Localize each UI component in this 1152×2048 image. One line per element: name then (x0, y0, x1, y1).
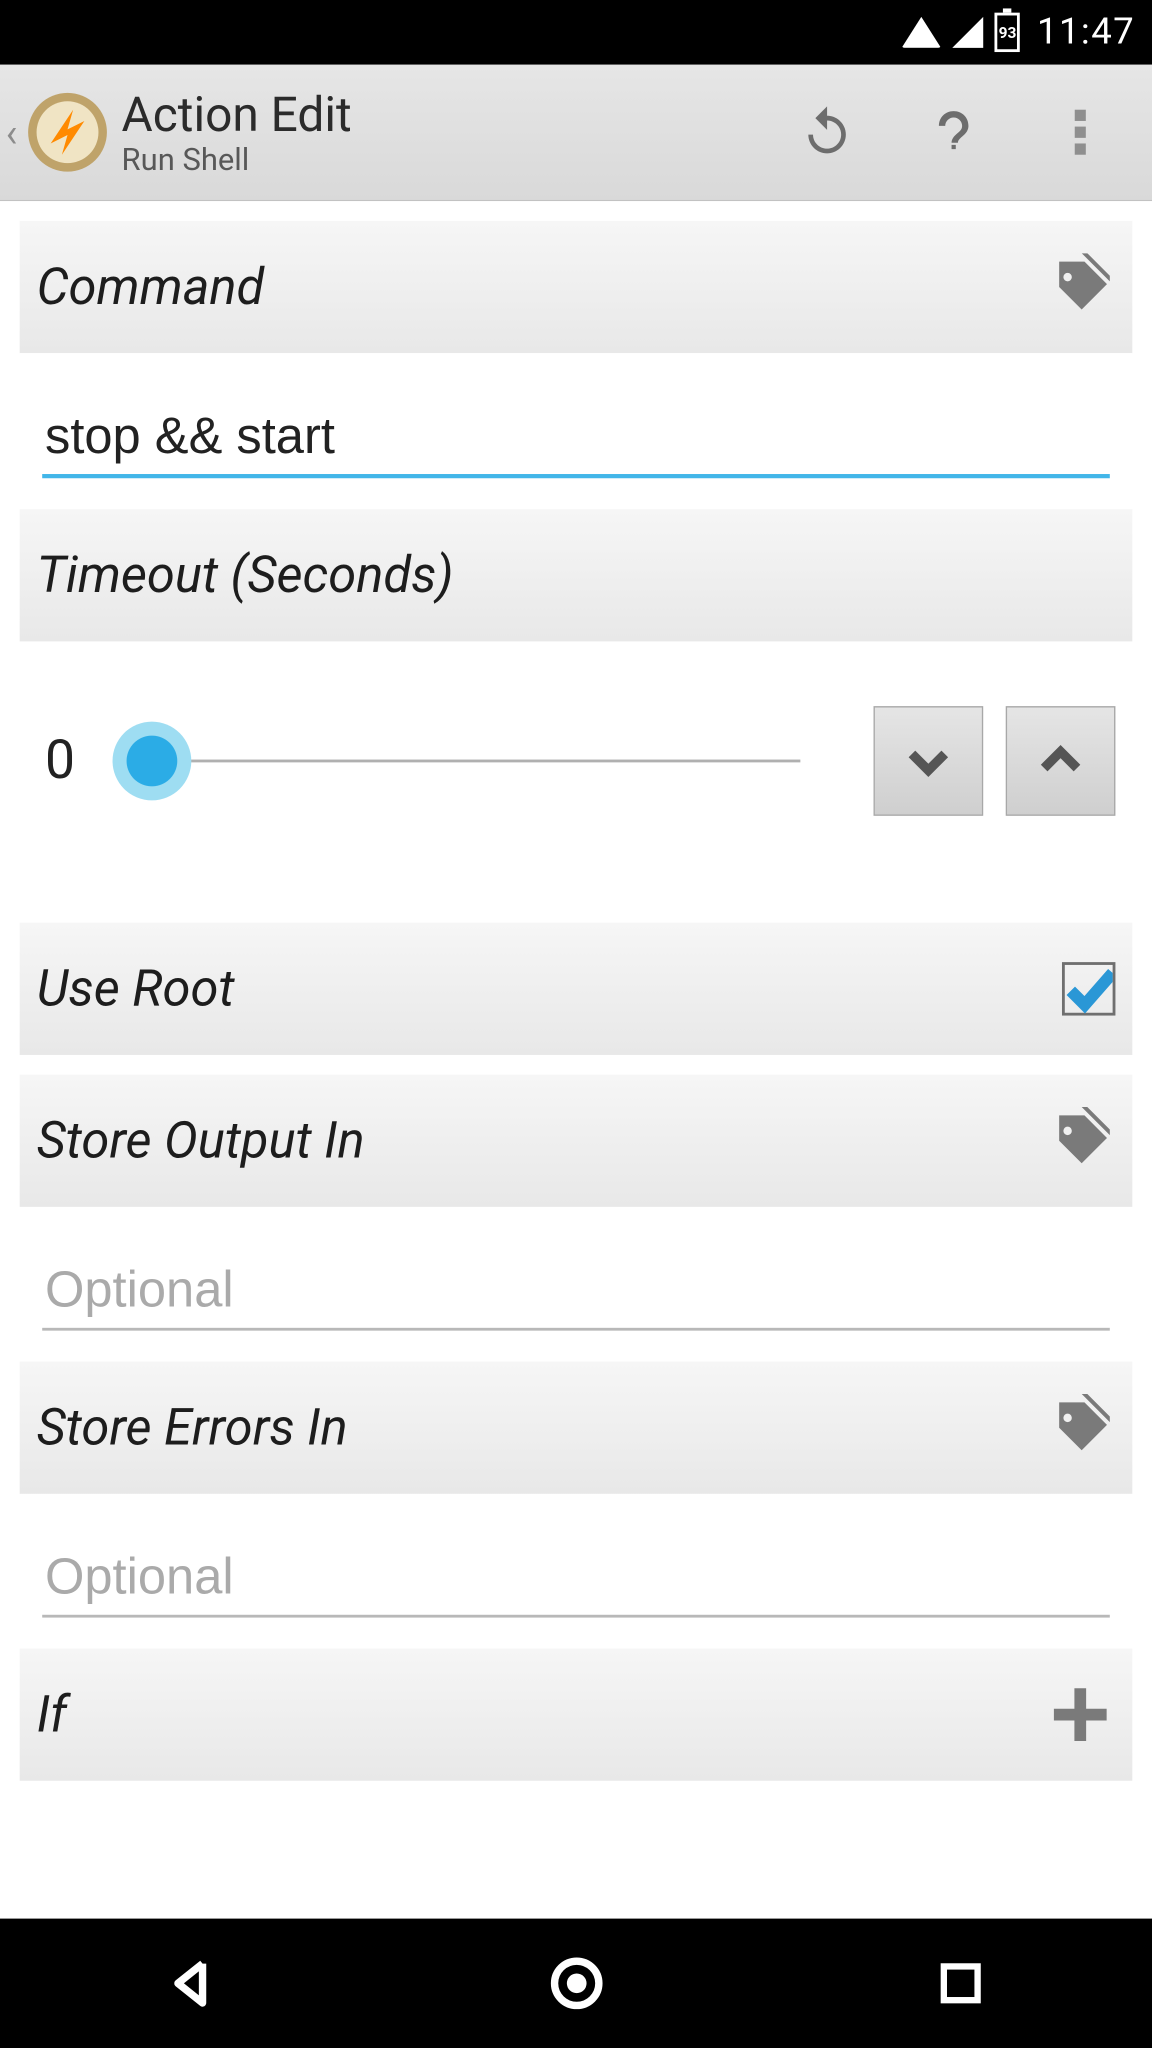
store-output-input[interactable] (42, 1235, 1110, 1331)
slider-thumb[interactable] (113, 722, 192, 801)
navigation-bar (0, 1919, 1152, 2048)
undo-button[interactable] (764, 65, 891, 200)
command-label: Command (37, 257, 265, 316)
status-bar: 93 11:47 (0, 0, 1152, 65)
timeout-label: Timeout (Seconds) (37, 546, 454, 605)
action-bar: ‹ Action Edit Run Shell (0, 65, 1152, 201)
page-subtitle: Run Shell (122, 143, 764, 178)
nav-recent-button[interactable] (918, 1941, 1002, 2025)
store-errors-header: Store Errors In (20, 1362, 1133, 1494)
store-errors-label: Store Errors In (37, 1398, 348, 1457)
store-output-label: Store Output In (37, 1111, 365, 1170)
wifi-icon (902, 17, 941, 48)
timeout-row: 0 (20, 641, 1133, 880)
timeout-slider[interactable] (132, 760, 800, 763)
tasker-app-icon[interactable] (23, 87, 113, 177)
command-input[interactable] (42, 381, 1110, 478)
battery-icon: 93 (995, 13, 1020, 52)
command-input-wrap (20, 353, 1133, 489)
battery-level: 93 (999, 23, 1017, 41)
if-header: If (20, 1649, 1133, 1781)
page-title: Action Edit (122, 87, 764, 143)
nav-back-button[interactable] (150, 1941, 234, 2025)
increase-button[interactable] (1006, 706, 1116, 816)
store-output-input-wrap (20, 1207, 1133, 1342)
plus-icon[interactable] (1045, 1679, 1115, 1749)
timeout-value: 0 (37, 730, 119, 792)
command-header: Command (20, 221, 1133, 353)
store-errors-input[interactable] (42, 1522, 1110, 1618)
use-root-row[interactable]: Use Root (20, 923, 1133, 1055)
overflow-menu-button[interactable] (1017, 65, 1144, 200)
store-output-header: Store Output In (20, 1075, 1133, 1207)
back-chevron-icon[interactable]: ‹ (6, 109, 18, 155)
store-errors-input-wrap (20, 1494, 1133, 1629)
use-root-label: Use Root (37, 959, 235, 1018)
clock-text: 11:47 (1037, 11, 1135, 53)
help-button[interactable] (890, 65, 1017, 200)
content-area: Command Timeout (Seconds) 0 (0, 201, 1152, 1918)
tag-icon[interactable] (1048, 253, 1116, 321)
tag-icon[interactable] (1048, 1394, 1116, 1462)
nav-home-button[interactable] (534, 1941, 618, 2025)
title-block: Action Edit Run Shell (122, 87, 764, 178)
timeout-header: Timeout (Seconds) (20, 509, 1133, 641)
signal-icon (953, 17, 984, 48)
if-label: If (37, 1685, 67, 1744)
use-root-checkbox[interactable] (1062, 962, 1115, 1015)
decrease-button[interactable] (873, 706, 983, 816)
tag-icon[interactable] (1048, 1107, 1116, 1175)
